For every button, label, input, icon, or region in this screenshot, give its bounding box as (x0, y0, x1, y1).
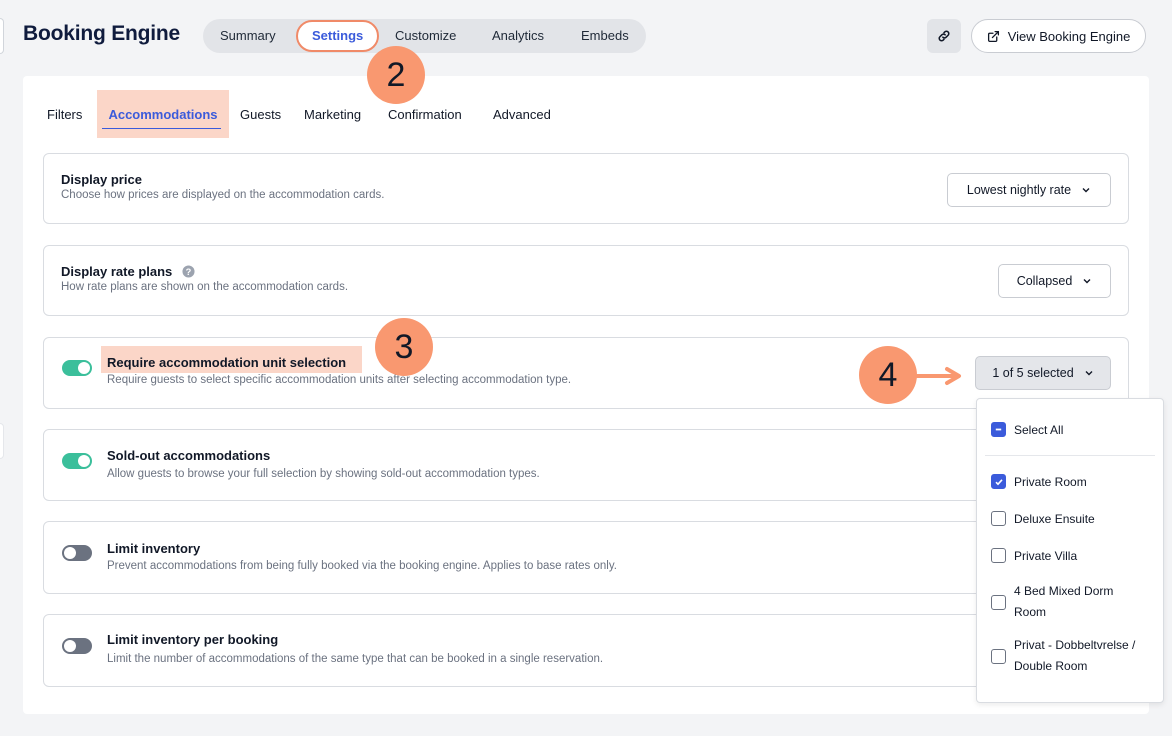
limit-inventory-toggle[interactable] (62, 545, 92, 561)
display-rate-plans-desc: How rate plans are shown on the accommod… (61, 281, 349, 293)
deluxe-ensuite-checkbox[interactable] (991, 511, 1006, 526)
select-all-label: Select All (1014, 422, 1064, 437)
left-panel-edge (0, 18, 4, 54)
option-label: Deluxe Ensuite (1014, 511, 1095, 526)
limit-inventory-desc: Prevent accommodations from being fully … (107, 560, 617, 572)
tab-analytics[interactable]: Analytics (492, 24, 544, 48)
tab-summary[interactable]: Summary (220, 24, 276, 48)
tab-embeds[interactable]: Embeds (581, 24, 629, 48)
subtab-advanced[interactable]: Advanced (493, 107, 551, 122)
link-icon (938, 30, 950, 42)
external-link-icon (987, 30, 999, 42)
subtab-filters[interactable]: Filters (47, 107, 82, 122)
svg-text:?: ? (186, 267, 192, 277)
unit-selection-value: 1 of 5 selected (992, 366, 1074, 380)
sold-out-desc: Allow guests to browse your full selecti… (107, 468, 540, 480)
option-label: 4 Bed Mixed Dorm Room (1014, 584, 1114, 619)
dropdown-divider (985, 455, 1155, 456)
subtab-marketing[interactable]: Marketing (304, 107, 361, 122)
private-villa-checkbox[interactable] (991, 548, 1006, 563)
subtab-confirmation[interactable]: Confirmation (388, 107, 462, 122)
unit-selection-select[interactable]: 1 of 5 selected (975, 356, 1111, 390)
require-unit-selection-toggle[interactable] (62, 360, 92, 376)
active-tab-underline (102, 128, 221, 129)
require-unit-selection-desc: Require guests to select specific accomm… (107, 374, 572, 386)
sold-out-title: Sold-out accommodations (107, 448, 271, 463)
chevron-down-icon (1082, 188, 1090, 193)
display-price-card: Display price Choose how prices are disp… (43, 153, 1129, 224)
limit-inventory-title: Limit inventory (107, 541, 201, 556)
display-rate-plans-title: Display rate plans (61, 264, 173, 279)
select-all-option[interactable]: Select All (991, 422, 1063, 437)
page-title: Booking Engine (23, 22, 181, 45)
option-label: Privat - Dobbeltvrelse / Double Room (1014, 638, 1136, 673)
step-4-badge: 4 (859, 346, 917, 404)
display-rate-plans-select[interactable]: Collapsed (998, 264, 1111, 298)
chevron-down-icon (1085, 371, 1093, 376)
require-unit-selection-title: Require accommodation unit selection (107, 355, 347, 370)
sold-out-card: Sold-out accommodations Allow guests to … (43, 429, 1129, 501)
option-deluxe-ensuite[interactable]: Deluxe Ensuite (991, 511, 1095, 526)
option-private-room[interactable]: Private Room (991, 474, 1087, 489)
display-price-select[interactable]: Lowest nightly rate (947, 173, 1111, 207)
step-2-badge: 2 (367, 46, 425, 104)
tab-customize[interactable]: Customize (395, 24, 456, 48)
display-price-value: Lowest nightly rate (966, 183, 1072, 197)
private-room-checkbox[interactable] (991, 474, 1006, 489)
option-mixed-dorm[interactable]: 4 Bed Mixed Dorm Room (991, 581, 1113, 623)
top-tab-bar: Summary Settings Customize Analytics Emb… (203, 19, 646, 53)
subtab-guests[interactable]: Guests (240, 107, 281, 122)
unit-selection-dropdown: Select All Private Room Deluxe Ensuite P… (976, 398, 1164, 703)
copy-link-button[interactable] (927, 19, 961, 53)
option-private-villa[interactable]: Private Villa (991, 548, 1077, 563)
tab-settings[interactable]: Settings (296, 20, 380, 52)
display-rate-plans-card: Display rate plans ? How rate plans are … (43, 245, 1129, 316)
display-price-title: Display price (61, 172, 142, 187)
select-all-checkbox[interactable] (991, 422, 1006, 437)
arrow-right-icon (915, 367, 961, 385)
option-label: Private Villa (1014, 548, 1078, 563)
mixed-dorm-checkbox[interactable] (991, 594, 1006, 610)
subtab-accommodations-label: Accommodations (108, 107, 218, 122)
limit-per-booking-desc: Limit the number of accommodations of th… (107, 653, 604, 665)
step-3-badge: 3 (375, 318, 433, 376)
view-booking-engine-label: View Booking Engine (1007, 28, 1131, 44)
display-price-desc: Choose how prices are displayed on the a… (61, 189, 385, 201)
chevron-down-icon (1083, 279, 1091, 284)
option-label: Private Room (1014, 474, 1087, 489)
option-double-room[interactable]: Privat - Dobbeltvrelse / Double Room (991, 635, 1135, 677)
left-panel-edge-secondary (0, 423, 4, 459)
display-rate-plans-value: Collapsed (1016, 274, 1073, 288)
limit-per-booking-toggle[interactable] (62, 638, 92, 654)
sold-out-toggle[interactable] (62, 453, 92, 469)
help-icon[interactable]: ? (182, 265, 195, 278)
subtab-accommodations[interactable]: Accommodations (97, 90, 229, 138)
limit-per-booking-title: Limit inventory per booking (107, 632, 279, 647)
double-room-checkbox[interactable] (991, 648, 1006, 664)
view-booking-engine-button[interactable]: View Booking Engine (971, 19, 1146, 53)
limit-inventory-card: Limit inventory Prevent accommodations f… (43, 521, 1129, 594)
limit-per-booking-card: Limit inventory per booking Limit the nu… (43, 614, 1129, 687)
